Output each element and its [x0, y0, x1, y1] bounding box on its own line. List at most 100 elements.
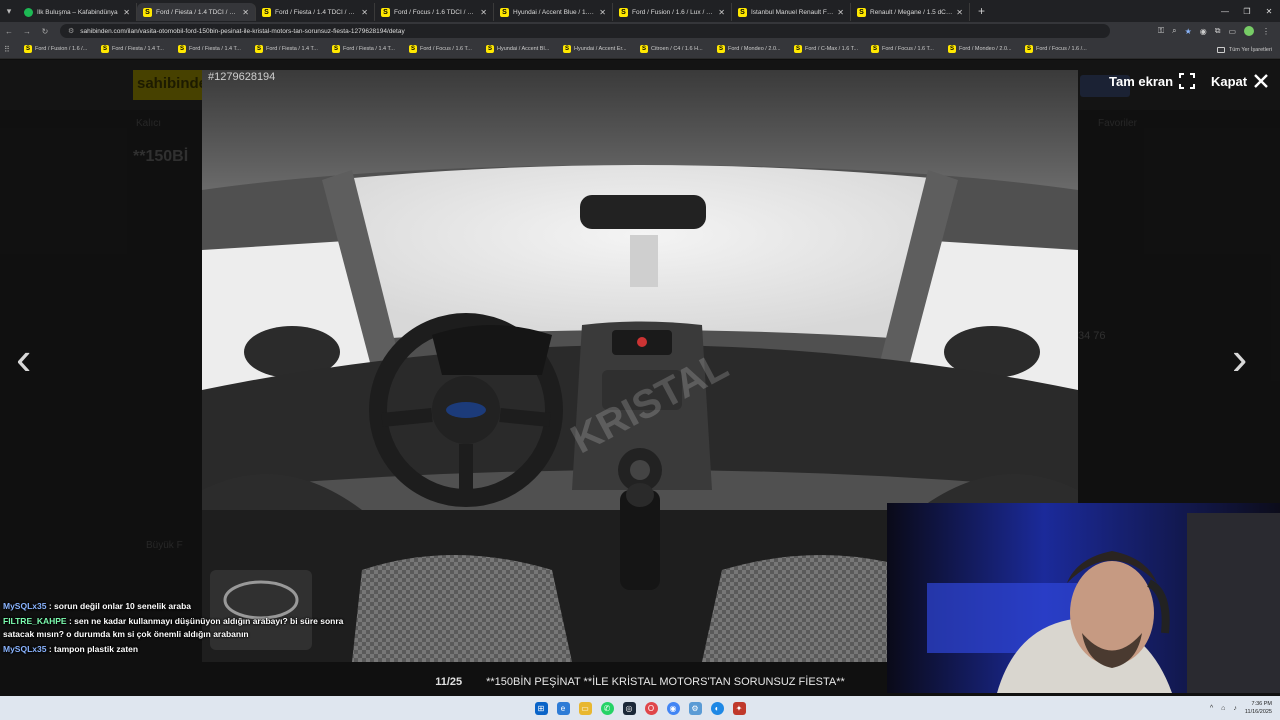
browser-icon[interactable]: ◐ — [710, 701, 724, 715]
window-controls: — ❐ ✕ — [1214, 0, 1280, 22]
tab-close-icon[interactable]: ✕ — [718, 8, 725, 17]
sahibinden-icon: S — [717, 45, 725, 53]
tab-close-icon[interactable]: ✕ — [480, 8, 487, 17]
apps-grid-icon[interactable]: ⠿ — [4, 45, 24, 54]
tab-close-icon[interactable]: ✕ — [242, 8, 249, 17]
volume-icon[interactable]: ♪ — [1233, 705, 1237, 712]
chat-username: FILTRE_KAHPE — [3, 616, 67, 626]
close-gallery-button[interactable]: Kapat — [1211, 73, 1269, 89]
sahibinden-icon: S — [409, 45, 417, 53]
app-icon[interactable]: ✦ — [732, 701, 746, 715]
browser-tab[interactable]: S Ford / Fusion / 1.6 / Lux / Yürüyen✕ — [613, 3, 732, 21]
bookmark-label: Ford / Fusion / 1.6 /... — [35, 46, 88, 52]
reload-icon[interactable]: ↻ — [36, 27, 54, 36]
sahibinden-icon: S — [24, 45, 32, 53]
clock[interactable]: 7:36 PM 11/16/2025 — [1245, 700, 1272, 716]
menu-icon[interactable]: ⋮ — [1262, 27, 1270, 36]
browser-tab[interactable]: İlk Buluşma – Kafabindünya ✕ — [18, 3, 137, 21]
opera-icon[interactable]: O — [644, 701, 658, 715]
extension-icon[interactable]: ◉ — [1200, 27, 1207, 36]
profile-avatar[interactable] — [1244, 26, 1254, 36]
previous-photo-icon[interactable]: ‹ — [16, 335, 31, 381]
bookmark-item[interactable]: S Ford / Fiesta / 1.4 T... — [178, 45, 255, 53]
tab-close-icon[interactable]: ✕ — [956, 8, 963, 17]
site-info-icon[interactable]: ⚙ — [68, 27, 74, 35]
spotify-icon — [24, 7, 33, 17]
photo-counter: 11/25 — [435, 676, 463, 688]
chat-text: : sorun değil onlar 10 senelik araba — [46, 601, 192, 611]
minimize-icon[interactable]: — — [1214, 7, 1236, 16]
fullscreen-button[interactable]: Tam ekran — [1109, 73, 1196, 89]
bookmark-item[interactable]: S Ford / Fusion / 1.6 /... — [24, 45, 101, 53]
chat-username: MySQLx35 — [3, 601, 47, 611]
settings-icon[interactable]: ⚙ — [688, 701, 702, 715]
bookmark-item[interactable]: S Ford / C-Max / 1.6 T... — [794, 45, 871, 53]
sahibinden-icon: S — [857, 7, 866, 17]
tab-close-icon[interactable]: ✕ — [123, 8, 130, 17]
chrome-icon[interactable]: ◉ — [666, 701, 680, 715]
cast-icon[interactable]: ▭ — [1228, 27, 1236, 36]
bookmark-label: Ford / Focus / 1.6 T... — [882, 46, 934, 52]
steam-icon[interactable]: ◎ — [622, 701, 636, 715]
sahibinden-icon: S — [619, 7, 628, 17]
bookmark-item[interactable]: S Hyundai / Accent Er... — [563, 45, 640, 53]
sahibinden-icon: S — [738, 7, 747, 17]
sahibinden-icon: S — [948, 45, 956, 53]
sahibinden-icon: S — [101, 45, 109, 53]
file-explorer-icon[interactable]: ▭ — [578, 701, 592, 715]
network-icon[interactable]: ⌂ — [1221, 705, 1225, 712]
password-key-icon[interactable]: ⚿ — [1158, 26, 1164, 36]
bookmark-item[interactable]: S Ford / Mondeo / 2.0... — [717, 45, 794, 53]
tab-title: Hyundai / Accent Blue / 1.4 D-CVVT — [513, 8, 596, 16]
url-field[interactable]: ⚙ sahibinden.com/ilan/vasita-otomobil-fo… — [60, 24, 1110, 38]
tab-search-icon[interactable]: ▾ — [0, 0, 18, 22]
tab-close-icon[interactable]: ✕ — [599, 8, 606, 17]
bookmark-item[interactable]: S Citroen / C4 / 1.6 H... — [640, 45, 717, 53]
address-actions: ⚿ ⌕ ★ ◉ ⧉ ▭ ⋮ — [1158, 22, 1270, 40]
tab-close-icon[interactable]: ✕ — [361, 8, 368, 17]
webcam-overlay — [887, 503, 1280, 693]
taskbar-apps: ⊞ e ▭ ✆ ◎ O ◉ ⚙ ◐ ✦ — [534, 701, 746, 715]
edge-icon[interactable]: e — [556, 701, 570, 715]
next-photo-icon[interactable]: › — [1232, 335, 1247, 381]
browser-tab[interactable]: S Ford / Fiesta / 1.4 TDCI / Trend ✕ — [256, 3, 375, 21]
forward-icon[interactable]: → — [18, 27, 36, 36]
sahibinden-icon: S — [486, 45, 494, 53]
browser-tab[interactable]: S Hyundai / Accent Blue / 1.4 D-CVVT✕ — [494, 3, 613, 21]
tray-overflow-icon[interactable]: ^ — [1210, 705, 1213, 712]
bookmark-label: Ford / Fiesta / 1.4 T... — [266, 46, 318, 52]
bookmark-item[interactable]: S Ford / Focus / 1.6 T... — [871, 45, 948, 53]
browser-tab[interactable]: S Renault / Megane / 1.5 dCi / Expression… — [851, 3, 970, 21]
all-bookmarks[interactable]: Tüm Yer İşaretleri — [1216, 40, 1272, 59]
browser-tab-bar: ▾ İlk Buluşma – Kafabindünya ✕ S Ford / Fie… — [0, 0, 1280, 22]
tab-close-icon[interactable]: ✕ — [837, 8, 844, 17]
chat-message: FILTRE_KAHPE : sen ne kadar kullanmayı d… — [3, 615, 353, 641]
extensions-puzzle-icon[interactable]: ⧉ — [1215, 26, 1221, 36]
browser-tab[interactable]: S Ford / Focus / 1.6 TDCI / Titanium✕ — [375, 3, 494, 21]
new-tab-icon[interactable]: + — [978, 4, 985, 18]
browser-tab[interactable]: S İstanbul Manuel Renault Fiyatları✕ — [732, 3, 851, 21]
browser-tab[interactable]: S Ford / Fiesta / 1.4 TDCI / Titanium✕ — [137, 3, 256, 21]
start-icon[interactable]: ⊞ — [534, 701, 548, 715]
bookmark-item[interactable]: S Ford / Focus / 1.6 /... — [1025, 45, 1102, 53]
bookmark-item[interactable]: S Ford / Fiesta / 1.4 T... — [255, 45, 332, 53]
bookmark-star-icon[interactable]: ★ — [1185, 27, 1192, 36]
close-window-icon[interactable]: ✕ — [1258, 7, 1280, 16]
chat-text: : tampon plastik zaten — [46, 644, 139, 654]
whatsapp-icon[interactable]: ✆ — [600, 701, 614, 715]
bookmark-item[interactable]: S Ford / Focus / 1.6 T... — [409, 45, 486, 53]
all-bookmarks-label: Tüm Yer İşaretleri — [1228, 46, 1272, 53]
bookmark-label: Ford / Focus / 1.6 /... — [1036, 46, 1087, 52]
chat-message: MySQLx35 : tampon plastik zaten — [3, 643, 353, 656]
zoom-icon[interactable]: ⌕ — [1172, 26, 1176, 36]
sahibinden-icon: S — [1025, 45, 1033, 53]
tab-title: İstanbul Manuel Renault Fiyatları — [751, 8, 835, 16]
maximize-icon[interactable]: ❐ — [1236, 7, 1258, 16]
tab-title: Ford / Fiesta / 1.4 TDCI / Titanium — [156, 8, 240, 16]
bookmark-item[interactable]: S Ford / Fiesta / 1.4 T... — [332, 45, 409, 53]
bookmark-item[interactable]: S Hyundai / Accent Bl... — [486, 45, 563, 53]
bookmark-item[interactable]: S Ford / Mondeo / 2.0... — [948, 45, 1025, 53]
bookmark-item[interactable]: S Ford / Fiesta / 1.4 T... — [101, 45, 178, 53]
bookmark-label: Citroen / C4 / 1.6 H... — [651, 46, 703, 52]
back-icon[interactable]: ← — [0, 27, 18, 36]
